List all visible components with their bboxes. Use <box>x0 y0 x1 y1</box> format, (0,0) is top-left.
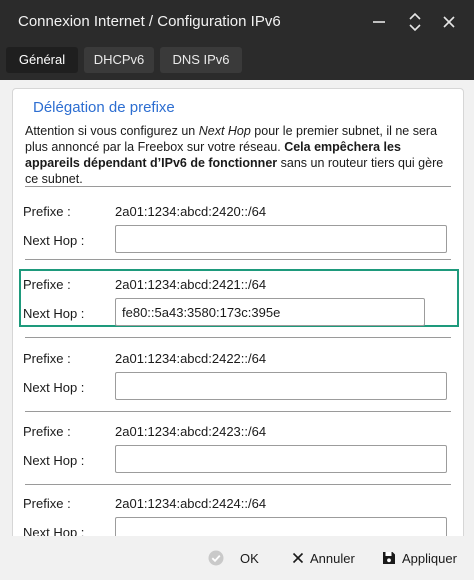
prefix-label: Prefixe : <box>23 496 71 511</box>
divider <box>25 259 451 260</box>
close-icon <box>292 552 304 564</box>
close-icon <box>443 16 455 28</box>
check-circle-icon <box>208 550 224 566</box>
next-hop-label: Next Hop : <box>23 233 85 248</box>
prefix-value: 2a01:1234:abcd:2420::/64 <box>115 204 267 219</box>
next-hop-label: Next Hop : <box>23 306 85 321</box>
prefix-label: Prefixe : <box>23 351 71 366</box>
prefix-value: 2a01:1234:abcd:2424::/64 <box>115 496 267 511</box>
cancel-label: Annuler <box>310 550 355 566</box>
tab-dhcpv6[interactable]: DHCPv6 <box>84 47 154 73</box>
apply-label: Appliquer <box>402 550 457 566</box>
tab-dns-ipv6[interactable]: DNS IPv6 <box>160 47 242 73</box>
next-hop-input[interactable] <box>115 517 447 536</box>
floppy-disk-icon <box>383 552 395 564</box>
divider <box>25 411 451 412</box>
apply-button[interactable]: Appliquer <box>382 548 457 568</box>
prefix-value: 2a01:1234:abcd:2421::/64 <box>115 277 267 292</box>
prefix-label: Prefixe : <box>23 277 71 292</box>
prefix-value: 2a01:1234:abcd:2423::/64 <box>115 424 267 439</box>
next-hop-label: Next Hop : <box>23 525 85 536</box>
prefix-delegation-panel: Délégation de prefixe Attention si vous … <box>12 88 464 536</box>
warning-description: Attention si vous configurez un Next Hop… <box>25 123 449 187</box>
next-hop-input[interactable] <box>115 298 425 326</box>
next-hop-label: Next Hop : <box>23 453 85 468</box>
section-title: Délégation de prefixe <box>33 99 175 116</box>
dialog-footer: OK Annuler Appliquer <box>0 536 474 580</box>
close-button[interactable] <box>436 9 462 35</box>
title-bar: Connexion Internet / Configuration IPv6 <box>0 0 474 44</box>
chevron-up-down-icon <box>409 12 421 32</box>
ok-button[interactable]: OK <box>208 548 259 568</box>
prefix-label: Prefixe : <box>23 204 71 219</box>
prefix-label: Prefixe : <box>23 424 71 439</box>
tab-bar: Général DHCPv6 DNS IPv6 <box>0 44 474 80</box>
expand-button[interactable] <box>402 9 428 35</box>
divider <box>25 186 451 187</box>
next-hop-label: Next Hop : <box>23 380 85 395</box>
next-hop-input[interactable] <box>115 372 447 400</box>
divider <box>25 484 451 485</box>
cancel-button[interactable]: Annuler <box>292 548 355 568</box>
desc-next-hop-italic: Next Hop <box>198 124 251 138</box>
prefix-value: 2a01:1234:abcd:2422::/64 <box>115 351 267 366</box>
minimize-button[interactable] <box>366 9 392 35</box>
content-area: Délégation de prefixe Attention si vous … <box>0 80 474 536</box>
window-title: Connexion Internet / Configuration IPv6 <box>18 13 281 30</box>
ok-label: OK <box>240 550 259 566</box>
minimize-icon <box>373 21 385 23</box>
desc-text-1: Attention si vous configurez un <box>25 124 199 138</box>
divider <box>25 337 451 338</box>
tab-general[interactable]: Général <box>6 47 78 73</box>
next-hop-input[interactable] <box>115 225 447 253</box>
next-hop-input[interactable] <box>115 445 447 473</box>
